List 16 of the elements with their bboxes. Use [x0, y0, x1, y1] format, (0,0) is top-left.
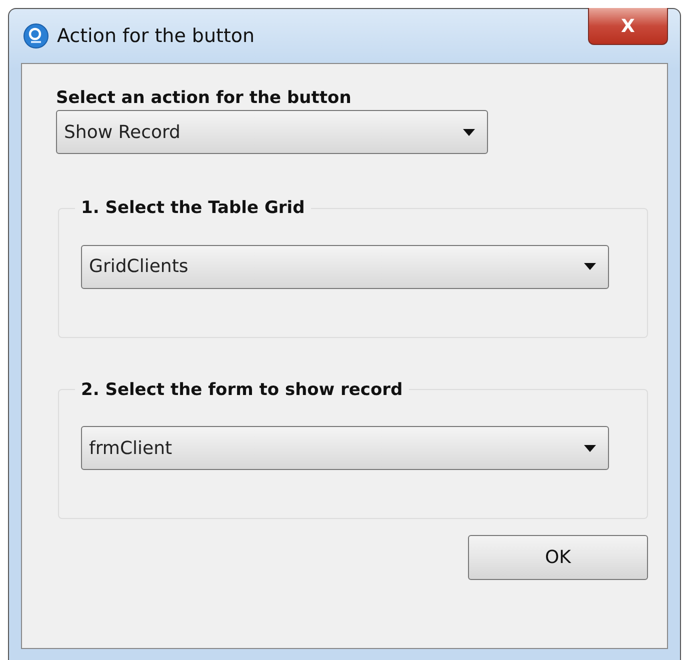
group-title: 2. Select the form to show record	[80, 380, 404, 400]
close-button[interactable]: X	[588, 8, 668, 45]
action-dropdown[interactable]: Show Record	[56, 110, 488, 154]
dropdown[interactable]: GridClients	[81, 244, 609, 289]
action-label: Select an action for the button	[56, 88, 352, 108]
window-title: Action for the button	[57, 24, 255, 49]
app-icon	[23, 23, 49, 49]
dropdown-value: GridClients	[89, 255, 188, 280]
caret-icon	[584, 444, 596, 452]
dropdown-value: Show Record	[64, 120, 180, 145]
caret-icon	[463, 128, 475, 136]
dropdown[interactable]: frmClient	[81, 426, 609, 470]
group-title: 1. Select the Table Grid	[80, 198, 306, 219]
ok-button[interactable]: OK	[468, 535, 648, 580]
dropdown-value: frmClient	[89, 436, 172, 461]
caret-icon	[584, 263, 596, 270]
